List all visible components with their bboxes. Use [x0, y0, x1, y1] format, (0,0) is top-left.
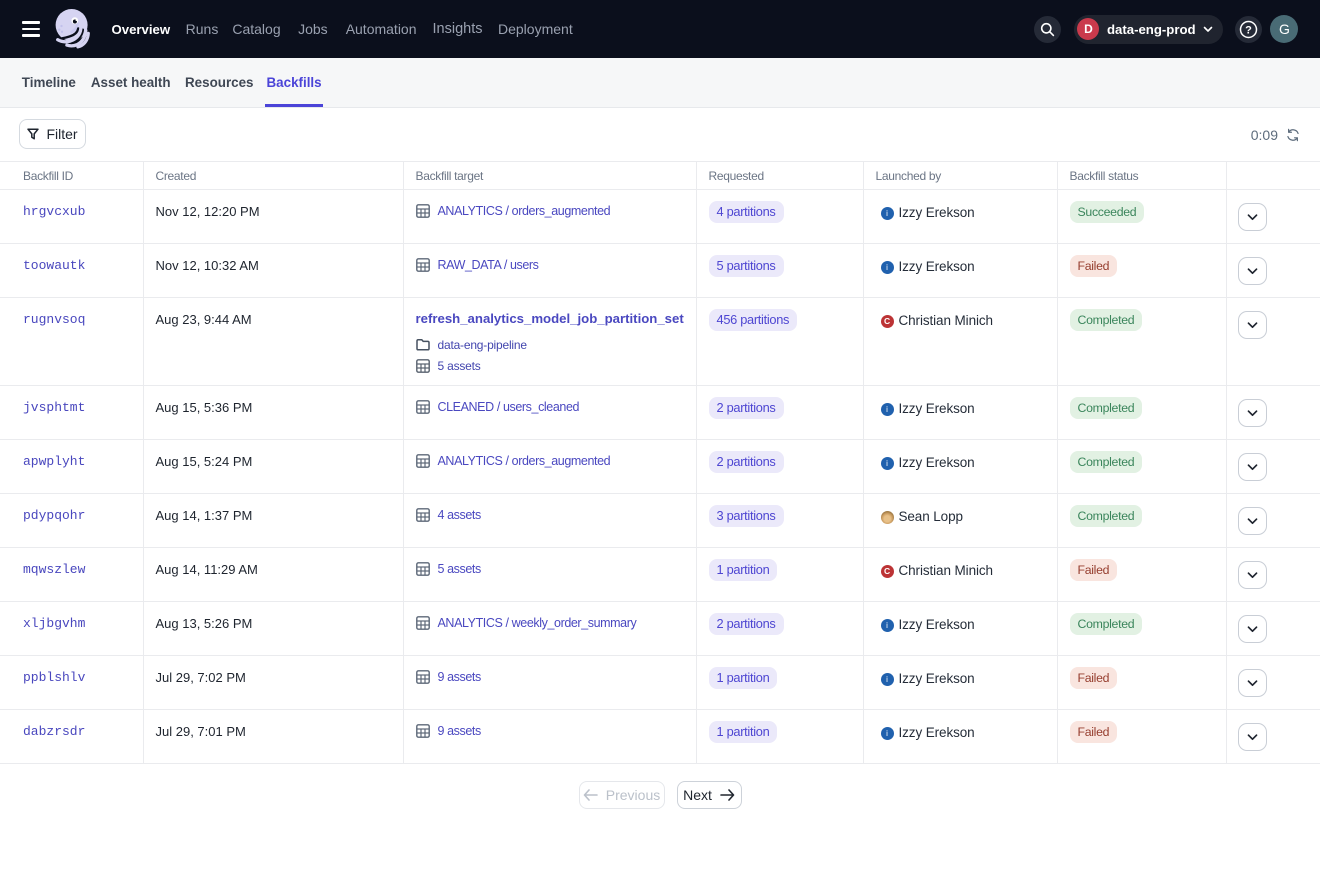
svg-text:?: ?	[1246, 24, 1253, 36]
